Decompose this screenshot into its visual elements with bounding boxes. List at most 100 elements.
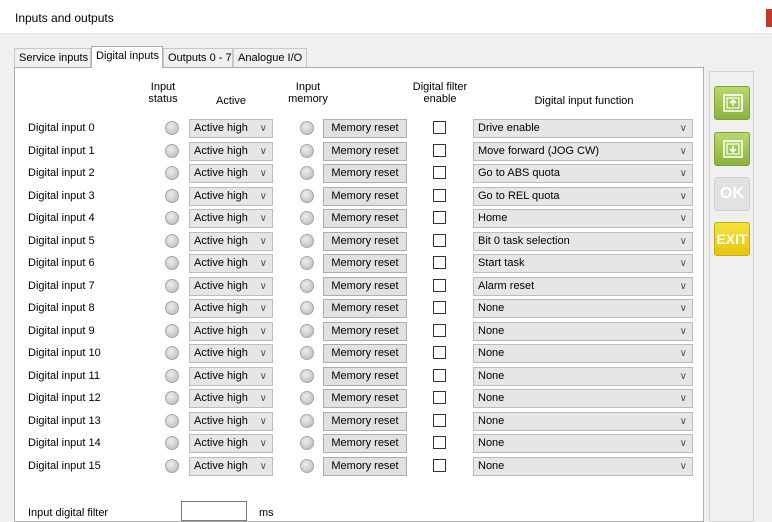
memory-reset-button[interactable]: Memory reset <box>323 389 407 408</box>
memory-reset-button[interactable]: Memory reset <box>323 299 407 318</box>
window-edge-marker <box>766 9 772 27</box>
input-status-led <box>165 189 179 203</box>
active-level-select[interactable]: Active high ∨ <box>189 299 273 318</box>
active-level-select[interactable]: Active high ∨ <box>189 344 273 363</box>
digital-input-function-value: None <box>478 460 505 472</box>
digital-filter-enable-checkbox[interactable] <box>433 459 446 472</box>
digital-input-function-select[interactable]: Alarm reset ∨ <box>473 277 693 296</box>
side-toolbar: OK EXIT <box>709 71 754 522</box>
tab-service-inputs[interactable]: Service inputs <box>14 48 91 67</box>
tab-analogue-io[interactable]: Analogue I/O <box>233 48 307 67</box>
digital-filter-enable-checkbox[interactable] <box>433 324 446 337</box>
digital-input-function-select[interactable]: None ∨ <box>473 344 693 363</box>
digital-input-function-select[interactable]: None ∨ <box>473 412 693 431</box>
download-button[interactable] <box>714 132 750 166</box>
chevron-down-icon: ∨ <box>259 258 267 269</box>
active-level-value: Active high <box>194 122 248 134</box>
digital-filter-enable-checkbox[interactable] <box>433 256 446 269</box>
ok-button[interactable]: OK <box>714 177 750 211</box>
tab-digital-inputs[interactable]: Digital inputs <box>91 46 163 68</box>
active-level-select[interactable]: Active high ∨ <box>189 164 273 183</box>
digital-input-function-select[interactable]: Go to ABS quota ∨ <box>473 164 693 183</box>
active-level-select[interactable]: Active high ∨ <box>189 254 273 273</box>
input-memory-led <box>300 144 314 158</box>
active-level-select[interactable]: Active high ∨ <box>189 322 273 341</box>
active-level-select[interactable]: Active high ∨ <box>189 367 273 386</box>
digital-input-function-select[interactable]: Drive enable ∨ <box>473 119 693 138</box>
active-level-select[interactable]: Active high ∨ <box>189 389 273 408</box>
digital-input-function-select[interactable]: None ∨ <box>473 367 693 386</box>
memory-reset-button[interactable]: Memory reset <box>323 367 407 386</box>
download-from-device-icon <box>723 140 743 158</box>
digital-filter-enable-checkbox[interactable] <box>433 144 446 157</box>
memory-reset-button[interactable]: Memory reset <box>323 209 407 228</box>
active-level-select[interactable]: Active high ∨ <box>189 434 273 453</box>
digital-input-function-select[interactable]: Start task ∨ <box>473 254 693 273</box>
digital-filter-enable-checkbox[interactable] <box>433 391 446 404</box>
memory-reset-button[interactable]: Memory reset <box>323 119 407 138</box>
digital-filter-enable-checkbox[interactable] <box>433 234 446 247</box>
active-level-select[interactable]: Active high ∨ <box>189 277 273 296</box>
memory-reset-button[interactable]: Memory reset <box>323 457 407 476</box>
chevron-down-icon: ∨ <box>679 371 687 382</box>
digital-filter-enable-checkbox[interactable] <box>433 121 446 134</box>
digital-input-function-select[interactable]: Go to REL quota ∨ <box>473 187 693 206</box>
digital-input-function-select[interactable]: Home ∨ <box>473 209 693 228</box>
memory-reset-button[interactable]: Memory reset <box>323 277 407 296</box>
digital-input-function-value: None <box>478 347 505 359</box>
input-memory-led <box>300 166 314 180</box>
memory-reset-button[interactable]: Memory reset <box>323 322 407 341</box>
digital-input-function-select[interactable]: None ∨ <box>473 457 693 476</box>
digital-filter-enable-checkbox[interactable] <box>433 301 446 314</box>
active-level-select[interactable]: Active high ∨ <box>189 142 273 161</box>
window-body: Service inputs Digital inputs Outputs 0 … <box>0 34 772 522</box>
memory-reset-button[interactable]: Memory reset <box>323 164 407 183</box>
digital-input-function-select[interactable]: Bit 0 task selection ∨ <box>473 232 693 251</box>
digital-filter-enable-checkbox[interactable] <box>433 211 446 224</box>
chevron-down-icon: ∨ <box>679 281 687 292</box>
active-level-value: Active high <box>194 392 248 404</box>
digital-input-label: Digital input 15 <box>28 460 101 472</box>
memory-reset-button[interactable]: Memory reset <box>323 344 407 363</box>
active-level-select[interactable]: Active high ∨ <box>189 232 273 251</box>
tab-outputs-0-7[interactable]: Outputs 0 - 7 <box>163 48 233 67</box>
digital-filter-enable-checkbox[interactable] <box>433 369 446 382</box>
memory-reset-button[interactable]: Memory reset <box>323 142 407 161</box>
exit-button[interactable]: EXIT <box>714 222 750 256</box>
digital-input-function-select[interactable]: None ∨ <box>473 299 693 318</box>
digital-filter-enable-checkbox[interactable] <box>433 279 446 292</box>
digital-filter-enable-checkbox[interactable] <box>433 346 446 359</box>
digital-filter-enable-checkbox[interactable] <box>433 436 446 449</box>
digital-input-function-value: None <box>478 392 505 404</box>
digital-input-function-value: None <box>478 302 505 314</box>
active-level-value: Active high <box>194 302 248 314</box>
digital-filter-enable-checkbox[interactable] <box>433 189 446 202</box>
active-level-select[interactable]: Active high ∨ <box>189 187 273 206</box>
digital-inputs-panel: Input status Active Input memory Digital… <box>14 67 704 522</box>
digital-input-label: Digital input 7 <box>28 280 95 292</box>
memory-reset-button[interactable]: Memory reset <box>323 232 407 251</box>
digital-filter-enable-checkbox[interactable] <box>433 414 446 427</box>
input-digital-filter-field[interactable] <box>181 501 247 521</box>
active-level-select[interactable]: Active high ∨ <box>189 412 273 431</box>
upload-button[interactable] <box>714 86 750 120</box>
active-level-select[interactable]: Active high ∨ <box>189 209 273 228</box>
digital-filter-enable-checkbox[interactable] <box>433 166 446 179</box>
chevron-down-icon: ∨ <box>259 213 267 224</box>
active-level-select[interactable]: Active high ∨ <box>189 457 273 476</box>
chevron-down-icon: ∨ <box>679 348 687 359</box>
memory-reset-button[interactable]: Memory reset <box>323 254 407 273</box>
digital-input-function-select[interactable]: None ∨ <box>473 389 693 408</box>
input-memory-led <box>300 324 314 338</box>
digital-input-function-select[interactable]: None ∨ <box>473 322 693 341</box>
digital-input-function-select[interactable]: Move forward (JOG CW) ∨ <box>473 142 693 161</box>
active-level-value: Active high <box>194 235 248 247</box>
memory-reset-button[interactable]: Memory reset <box>323 412 407 431</box>
memory-reset-button[interactable]: Memory reset <box>323 187 407 206</box>
digital-input-function-value: Bit 0 task selection <box>478 235 570 247</box>
digital-input-function-select[interactable]: None ∨ <box>473 434 693 453</box>
memory-reset-button[interactable]: Memory reset <box>323 434 407 453</box>
active-level-value: Active high <box>194 347 248 359</box>
chevron-down-icon: ∨ <box>259 393 267 404</box>
active-level-select[interactable]: Active high ∨ <box>189 119 273 138</box>
